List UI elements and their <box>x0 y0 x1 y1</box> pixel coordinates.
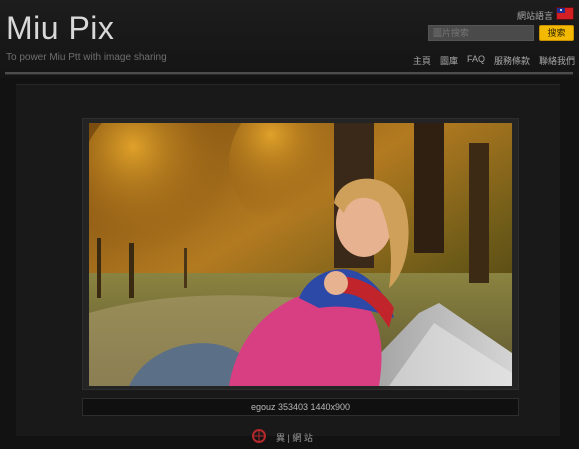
header-divider <box>5 72 573 74</box>
top-navigation: 主頁 圖庫 FAQ 服務條款 聯絡我們 <box>413 54 575 67</box>
main-image[interactable] <box>89 123 512 386</box>
taiwan-flag-icon[interactable] <box>556 7 574 20</box>
search-button[interactable]: 搜索 <box>539 25 574 41</box>
site-header: Miu Pix To power Miu Ptt with image shar… <box>0 0 579 78</box>
language-label[interactable]: 網站語言 <box>517 9 553 22</box>
image-caption: egouz 353403 1440x900 <box>82 398 519 416</box>
nav-gallery[interactable]: 圖庫 <box>440 54 458 67</box>
search-input[interactable] <box>428 25 534 41</box>
watermark-text: 異 | 網 站 <box>276 433 313 443</box>
nav-home[interactable]: 主頁 <box>413 54 431 67</box>
site-logo[interactable]: Miu Pix <box>6 10 114 47</box>
nav-faq[interactable]: FAQ <box>467 54 485 67</box>
nav-contact[interactable]: 聯絡我們 <box>539 54 575 67</box>
nav-terms[interactable]: 服務條款 <box>494 54 530 67</box>
site-tagline: To power Miu Ptt with image sharing <box>6 52 167 63</box>
